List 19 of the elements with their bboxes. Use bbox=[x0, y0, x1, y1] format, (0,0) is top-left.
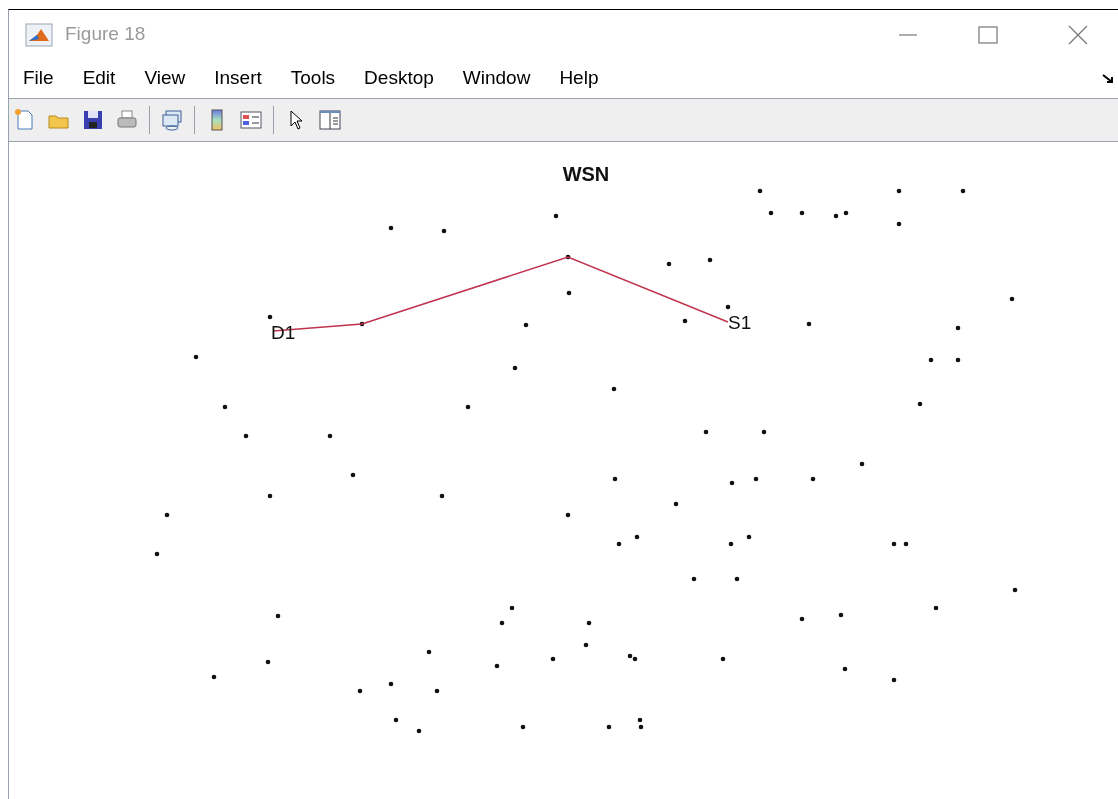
app-logo-icon bbox=[25, 22, 53, 47]
node-label: S1 bbox=[728, 312, 752, 333]
close-icon[interactable] bbox=[1068, 24, 1088, 45]
menu-item[interactable]: Insert bbox=[214, 64, 262, 93]
menu-item[interactable]: Window bbox=[462, 64, 531, 93]
menu-item[interactable]: Edit bbox=[82, 64, 116, 93]
menu-item[interactable]: Desktop bbox=[364, 64, 434, 93]
linked-windows-icon[interactable] bbox=[160, 108, 184, 132]
panel-icon[interactable] bbox=[318, 108, 342, 132]
menu-item[interactable]: File bbox=[23, 64, 54, 93]
maximize-icon[interactable] bbox=[978, 24, 998, 45]
save-icon[interactable] bbox=[81, 108, 105, 132]
plot-title: WSN bbox=[562, 163, 610, 185]
menu-item[interactable]: Help bbox=[559, 64, 599, 93]
legend-icon[interactable] bbox=[239, 108, 263, 132]
menu-item[interactable]: View bbox=[144, 64, 186, 93]
window-title: Figure 18 bbox=[65, 22, 146, 47]
arrow-icon[interactable] bbox=[1102, 72, 1116, 85]
menu-item[interactable]: Tools bbox=[290, 64, 336, 93]
